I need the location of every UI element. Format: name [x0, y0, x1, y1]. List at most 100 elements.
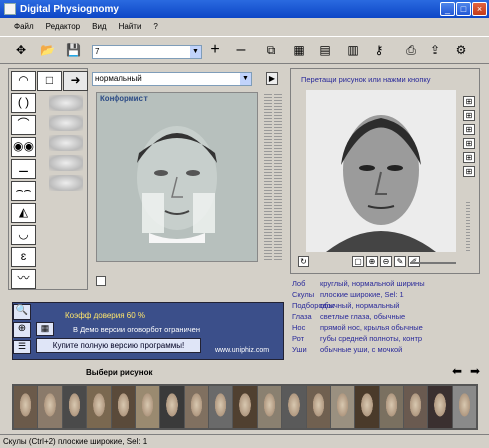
gallery-face-thumb[interactable] — [257, 386, 282, 428]
square-button[interactable]: □ — [37, 71, 62, 91]
chevron-down-icon[interactable]: ▼ — [240, 73, 251, 85]
brush-tool-icon[interactable]: ✎ — [394, 256, 406, 267]
print-icon[interactable]: ⎙ — [404, 43, 418, 57]
rotate-photo-icon[interactable]: ⊞ — [463, 138, 475, 149]
brows-button[interactable]: ⌒ — [11, 115, 36, 135]
gallery-face-thumb[interactable] — [428, 386, 452, 428]
minus-button[interactable]: – — [234, 42, 248, 58]
size-slider[interactable] — [274, 92, 282, 262]
frame-tool-icon[interactable]: ▢ — [352, 256, 364, 267]
grid-view-icon[interactable]: ▦ — [36, 322, 54, 336]
nose-button[interactable]: ◭ — [11, 203, 36, 223]
gallery-face-thumb[interactable] — [379, 386, 403, 428]
gallery-face-thumb[interactable] — [306, 386, 330, 428]
photo-zoom-slider[interactable] — [466, 200, 470, 252]
moustache-button[interactable]: 〰 — [11, 269, 36, 289]
photo-brightness-slider[interactable] — [410, 262, 456, 264]
composite-workspace[interactable]: Конформист — [96, 92, 258, 262]
search-icon[interactable]: 🔍 — [13, 304, 31, 320]
variant-thumb[interactable] — [49, 115, 83, 131]
gallery-face-thumb[interactable] — [62, 386, 87, 428]
export-icon[interactable]: ⇪ — [428, 43, 442, 57]
status-bar: Скулы (Ctrl+2) плоские широкие, Sel: 1 — [0, 434, 489, 448]
gallery-face-thumb[interactable] — [452, 386, 477, 428]
save-icon[interactable]: 💾 — [66, 43, 81, 57]
menu-editor[interactable]: Редактор — [46, 22, 80, 31]
portrait-photo-icon — [306, 90, 456, 252]
eyelid-button[interactable]: ⚊ — [11, 159, 36, 179]
lock-icon[interactable] — [96, 276, 106, 286]
arrow-right-icon[interactable]: ➡ — [470, 364, 480, 378]
cheeks-button[interactable]: ⌢⌢ — [11, 181, 36, 201]
settings-icon[interactable]: ⚙ — [454, 43, 468, 57]
feature-slider[interactable] — [264, 92, 272, 262]
chevron-down-icon[interactable]: ▼ — [190, 46, 201, 58]
compare-search-icon[interactable]: ⊕ — [13, 322, 31, 338]
zoom-photo-icon[interactable]: ⊞ — [463, 96, 475, 107]
eyes-button[interactable]: ◉◉ — [11, 137, 36, 157]
adjust-photo-icon[interactable]: ⊞ — [463, 152, 475, 163]
table-icon[interactable]: ▥ — [346, 43, 360, 57]
gallery-face-thumb[interactable] — [282, 386, 306, 428]
menu-file[interactable]: Файл — [14, 22, 34, 31]
menu-find[interactable]: Найти — [119, 22, 142, 31]
gallery-face-thumb[interactable] — [111, 386, 135, 428]
gallery-face-thumb[interactable] — [38, 386, 62, 428]
gallery-face-thumb[interactable] — [87, 386, 111, 428]
table-row: Лоб круглый, нормальной ширины — [292, 279, 425, 288]
preset-select[interactable]: 7 ▼ — [92, 45, 202, 59]
mouth-button[interactable]: ◡ — [11, 225, 36, 245]
ear-button[interactable]: ɛ — [11, 247, 36, 267]
mode-select[interactable]: нормальный ▼ — [92, 72, 252, 86]
gallery-face-thumb[interactable] — [233, 386, 257, 428]
close-button[interactable]: × — [472, 2, 487, 16]
arrow-button[interactable]: ➜ — [63, 71, 88, 91]
arrow-left-icon[interactable]: ⬅ — [452, 364, 462, 378]
forehead-button[interactable]: ( ) — [11, 93, 36, 113]
list-icon[interactable]: ☰ — [13, 340, 31, 354]
buy-full-version-button[interactable]: Купите полную версию программы! — [36, 338, 201, 353]
face-shape-button[interactable]: ◠ — [11, 71, 36, 91]
table-row: Рот губы средней полноты, контр — [292, 334, 423, 343]
grid-icon[interactable]: ▦ — [292, 43, 306, 57]
toolbar: ✥ 📂 💾 7 ▼ + – ⧉ ▦ ▤ ▥ ⚷ ⎙ ⇪ ⚙ — [0, 36, 489, 64]
gallery-face-thumb[interactable] — [355, 386, 379, 428]
gallery-face-thumb[interactable] — [14, 386, 38, 428]
workspace-label: Конформист — [100, 95, 149, 104]
reset-photo-icon[interactable]: ⊞ — [463, 166, 475, 177]
menu-help[interactable]: ? — [153, 22, 157, 31]
table-row: Уши обычные уши, с мочкой — [292, 345, 403, 354]
layers-icon[interactable]: ▤ — [318, 43, 332, 57]
crop-photo-icon[interactable]: ⊞ — [463, 124, 475, 135]
zoom-in-icon[interactable]: ⊕ — [366, 256, 378, 267]
table-row: Глаза светлые глаза, обычные — [292, 312, 406, 321]
gallery-face-thumb[interactable] — [330, 386, 355, 428]
website-link[interactable]: www.uniphiz.com — [215, 347, 269, 354]
title-bar: Digital Physiognomy — [0, 0, 489, 18]
variant-thumb[interactable] — [49, 135, 83, 151]
minimize-button[interactable]: _ — [440, 2, 455, 16]
compare-icon[interactable]: ⧉ — [264, 43, 278, 57]
variant-thumb[interactable] — [49, 175, 83, 191]
variant-thumb[interactable] — [49, 95, 83, 111]
menu-view[interactable]: Вид — [92, 22, 106, 31]
gallery-face-thumb[interactable] — [209, 386, 233, 428]
refresh-photo-icon[interactable]: ↻ — [298, 256, 309, 267]
move-icon[interactable]: ✥ — [14, 43, 28, 57]
gallery-face-thumb[interactable] — [404, 386, 428, 428]
source-photo[interactable] — [306, 90, 456, 252]
fit-photo-icon[interactable]: ⊞ — [463, 110, 475, 121]
maximize-button[interactable]: □ — [456, 2, 471, 16]
open-folder-icon[interactable]: 📂 — [40, 43, 55, 57]
gallery-face-thumb[interactable] — [184, 386, 208, 428]
gallery-face-thumb[interactable] — [160, 386, 184, 428]
composite-face-icon — [137, 126, 217, 243]
gallery-face-thumb[interactable] — [135, 386, 160, 428]
variant-thumb[interactable] — [49, 155, 83, 171]
plus-button[interactable]: + — [208, 42, 222, 58]
feature-description-table: Лоб круглый, нормальной ширины Скулы плоск… — [292, 278, 478, 355]
table-row: Подбородок обычный, нормальный — [292, 301, 400, 310]
key-icon[interactable]: ⚷ — [372, 43, 386, 57]
zoom-out-icon[interactable]: ⊖ — [380, 256, 392, 267]
play-button[interactable]: ▶ — [266, 72, 278, 85]
